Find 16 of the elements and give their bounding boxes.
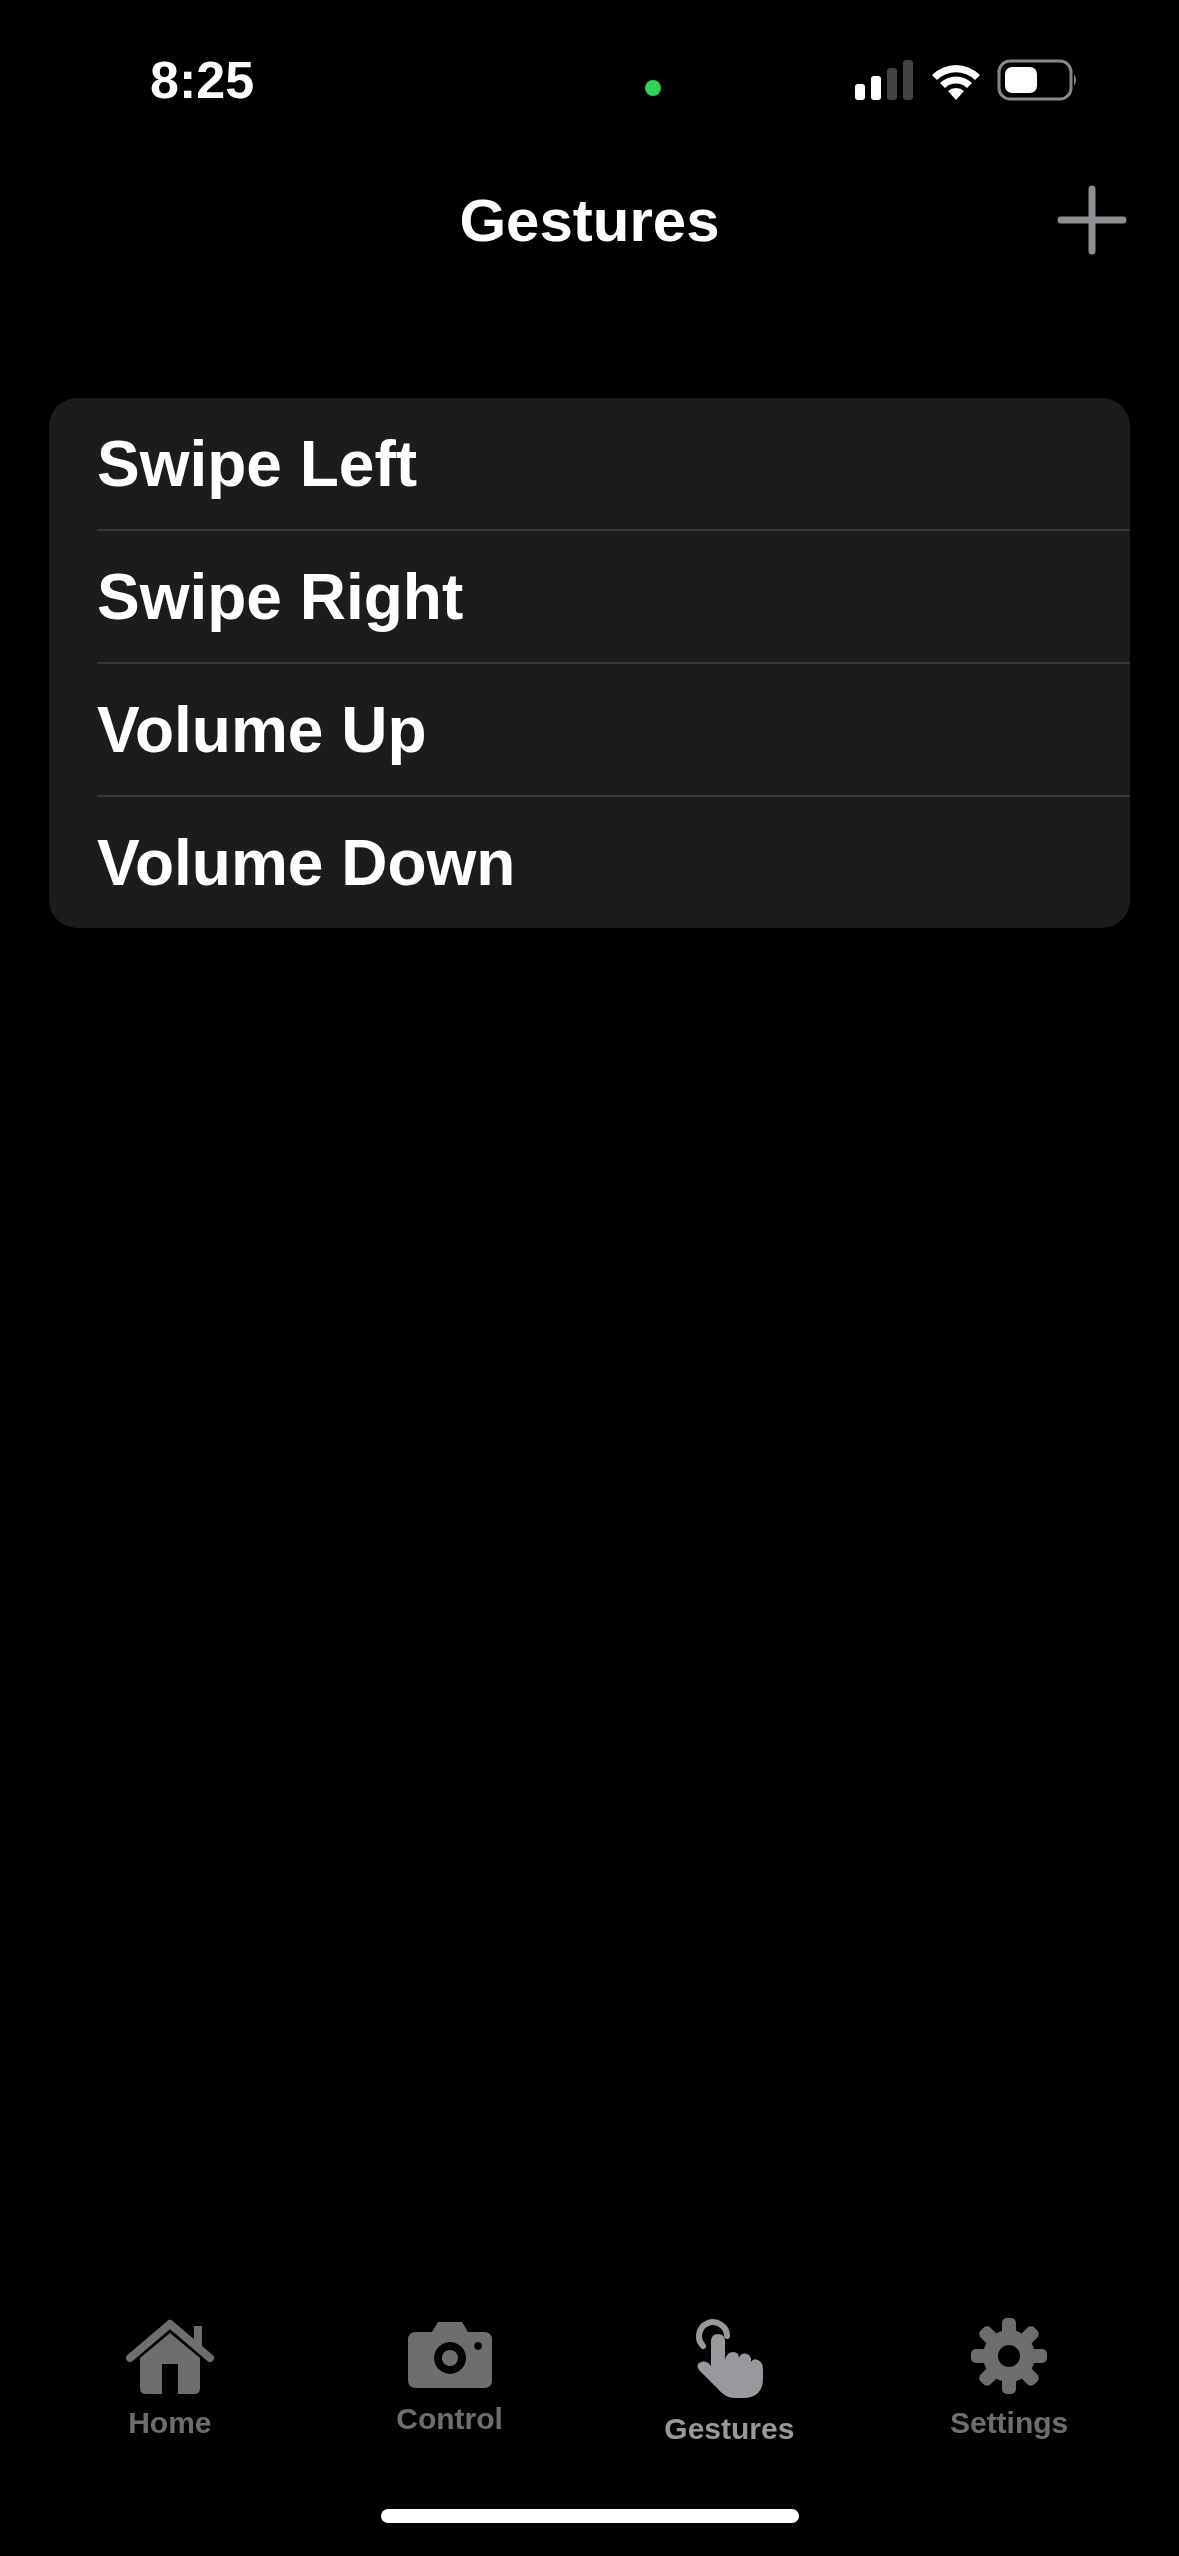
tab-item[interactable]: Home [44, 2318, 295, 2446]
camera-indicator-icon [645, 80, 661, 96]
screen-title: Gestures [459, 185, 720, 255]
add-icon[interactable] [1057, 185, 1127, 255]
home-icon [125, 2318, 214, 2394]
gesture-item[interactable]: Volume Up [97, 692, 427, 767]
battery-icon [997, 59, 1079, 101]
gesture-item[interactable]: Swipe Left [97, 426, 418, 501]
tab-item[interactable]: Control [324, 2318, 575, 2446]
signal-icon [855, 60, 915, 100]
status-time: 8:25 [150, 50, 255, 110]
tab-item[interactable]: Gestures [604, 2318, 855, 2446]
settings-icon [971, 2318, 1048, 2394]
gesture-item[interactable]: Swipe Right [97, 559, 464, 634]
tab-item[interactable]: Settings [884, 2318, 1135, 2446]
gesture-item[interactable]: Volume Down [97, 825, 516, 900]
